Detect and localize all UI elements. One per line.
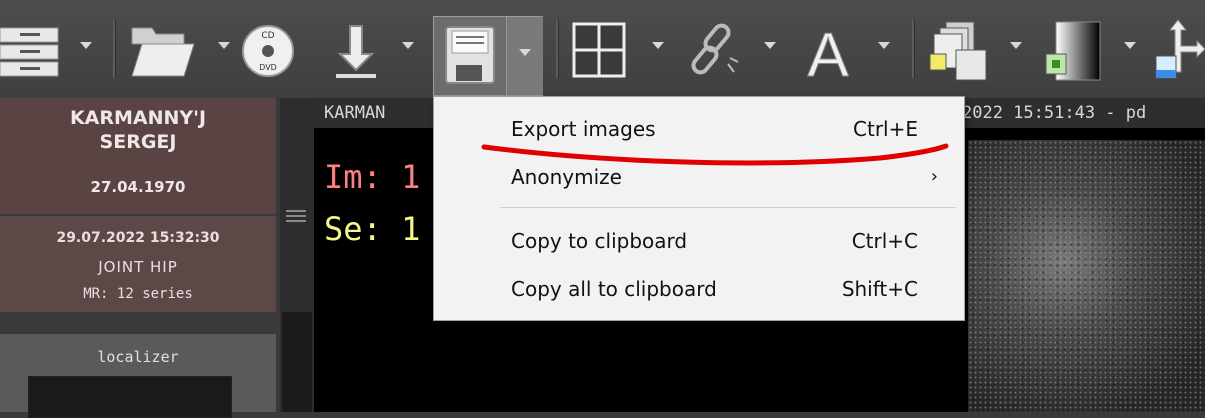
patient-dob: 27.04.1970 [90,178,186,196]
text-annotation-icon: A [807,21,850,91]
link-button[interactable] [684,14,746,84]
study-browser-panel: KARMANNY'J SERGEJ 27.04.1970 29.07.2022 … [0,98,280,418]
save-dropdown-menu: Export images Ctrl+E Anonymize › Copy to… [433,96,965,321]
series-card[interactable]: localizer [0,334,276,418]
chevron-down-icon[interactable] [878,42,890,49]
chevron-down-icon[interactable] [1010,42,1022,49]
overlay-series-number: Se: 1 [324,210,421,248]
chevron-down-icon[interactable] [218,42,230,49]
mr-image[interactable] [968,140,1205,412]
chevron-down-icon[interactable] [764,42,776,49]
menu-item-anonymize[interactable]: Anonymize › [434,155,964,199]
cd-dvd-icon: CD DVD [242,25,294,77]
text-annotation-button[interactable]: A [798,14,860,91]
study-datetime: 29.07.2022 15:32:30 [56,230,220,246]
chevron-down-icon[interactable] [652,42,664,49]
study-card[interactable]: 29.07.2022 15:32:30 JOINT HIP MR: 12 ser… [0,216,276,312]
menu-separator [500,207,956,208]
patient-card[interactable]: KARMANNY'J SERGEJ 27.04.1970 [0,98,276,214]
menu-item-label: Export images [511,117,656,141]
splitter-grip [286,220,306,222]
menu-item-label: Anonymize [511,165,622,189]
series-label: localizer [97,348,179,366]
database-button[interactable] [0,14,62,84]
viewer-title-right: 2022 15:51:43 - pd [962,103,1147,123]
splitter-grip [286,210,306,212]
window-level-button[interactable] [1040,14,1106,84]
menu-item-copy-all-to-clipboard[interactable]: Copy all to clipboard Shift+C [434,267,964,311]
text-glyph: A [807,21,849,84]
open-folder-icon [131,27,195,77]
download-icon [336,25,376,78]
move-icon [1155,19,1205,79]
save-floppy-icon [445,26,495,84]
patient-name-line2: SERGEJ [99,131,177,153]
toolbar-separator [912,20,915,78]
chevron-down-icon[interactable] [1124,42,1136,49]
patient-name-line1: KARMANNY'J [69,107,207,129]
series-stack-icon [929,21,987,81]
save-button[interactable] [433,16,543,96]
study-description: JOINT HIP [98,258,178,276]
overlay-image-number: Im: 1 [324,158,421,196]
save-dropdown[interactable] [506,17,543,95]
scrollbar[interactable] [282,312,312,412]
submenu-arrow-icon: › [930,166,938,187]
chevron-down-icon[interactable] [80,42,92,49]
layout-grid-icon [572,22,626,78]
patient-name: KARMANNY'J SERGEJ [0,106,276,154]
menu-item-shortcut: Ctrl+C [851,229,918,253]
main-toolbar: CD DVD A [0,0,1205,98]
study-modality-info: MR: 12 series [83,286,193,302]
cd-dvd-button[interactable]: CD DVD [242,14,298,84]
menu-item-shortcut: Ctrl+E [853,117,918,141]
menu-item-copy-to-clipboard[interactable]: Copy to clipboard Ctrl+C [434,219,964,263]
viewer-title-left: KARMAN [324,103,386,123]
move-button[interactable] [1150,14,1205,84]
cd-label: CD [261,31,274,41]
toolbar-separator [556,20,559,78]
menu-item-shortcut: Shift+C [841,277,918,301]
menu-item-label: Copy all to clipboard [511,277,717,301]
menu-item-label: Copy to clipboard [511,229,688,253]
menu-item-export-images[interactable]: Export images Ctrl+E [434,107,964,151]
panel-splitter[interactable] [280,98,314,412]
window-level-icon [1045,21,1101,81]
dvd-label: DVD [259,63,277,72]
link-icon [691,23,739,75]
layout-button[interactable] [570,14,632,84]
download-button[interactable] [330,14,386,84]
chevron-down-icon [519,49,531,56]
series-button[interactable] [926,14,992,84]
open-button[interactable] [128,14,198,84]
toolbar-separator [113,20,116,78]
chevron-down-icon[interactable] [402,42,414,49]
splitter-grip [286,215,306,217]
database-icon [0,27,59,77]
